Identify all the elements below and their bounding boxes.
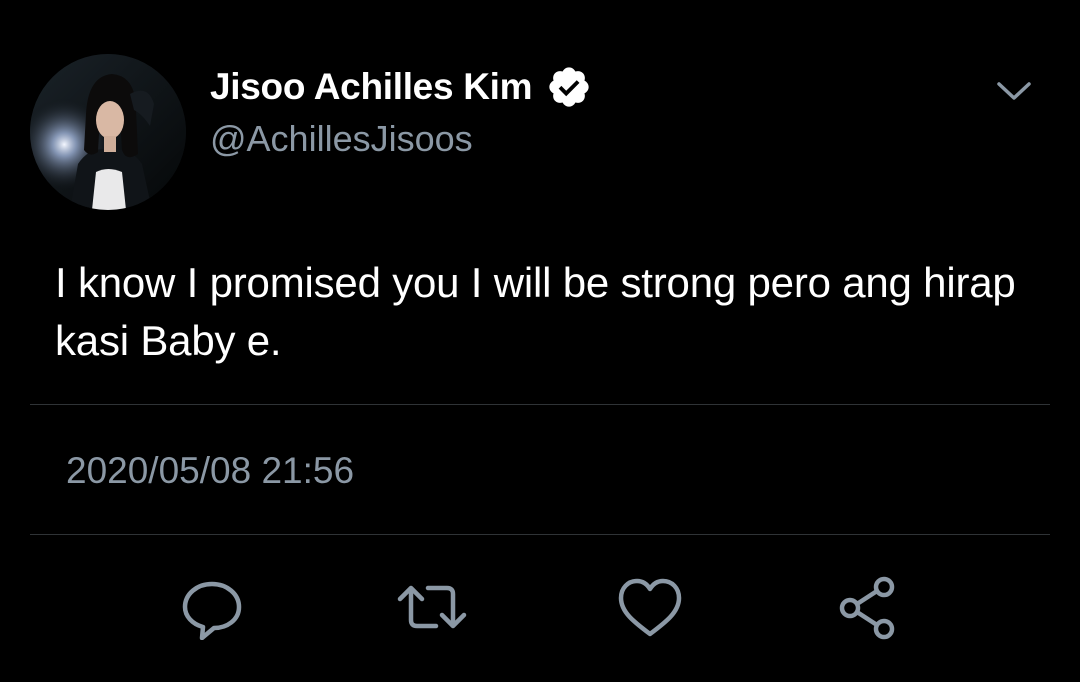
author-handle[interactable]: @AchillesJisoos (210, 118, 473, 160)
avatar[interactable] (30, 54, 186, 210)
like-button[interactable] (614, 574, 686, 640)
tweet-timestamp[interactable]: 2020/05/08 21:56 (66, 450, 354, 492)
avatar-photo (30, 54, 186, 210)
speech-bubble-icon (182, 581, 242, 640)
reply-button[interactable] (176, 574, 248, 640)
divider (30, 534, 1050, 535)
author-name-row: Jisoo Achilles Kim (210, 62, 592, 112)
chevron-down-icon[interactable] (994, 76, 1034, 106)
tweet-text: I know I promised you I will be strong p… (55, 259, 1016, 364)
verified-badge-icon (549, 67, 589, 107)
retweet-button[interactable] (396, 574, 468, 640)
retweet-arrows-icon (397, 585, 467, 629)
divider (30, 404, 1050, 405)
share-nodes-icon (839, 576, 895, 640)
heart-icon (618, 578, 682, 637)
display-name[interactable]: Jisoo Achilles Kim (210, 66, 533, 108)
share-button[interactable] (832, 574, 904, 640)
